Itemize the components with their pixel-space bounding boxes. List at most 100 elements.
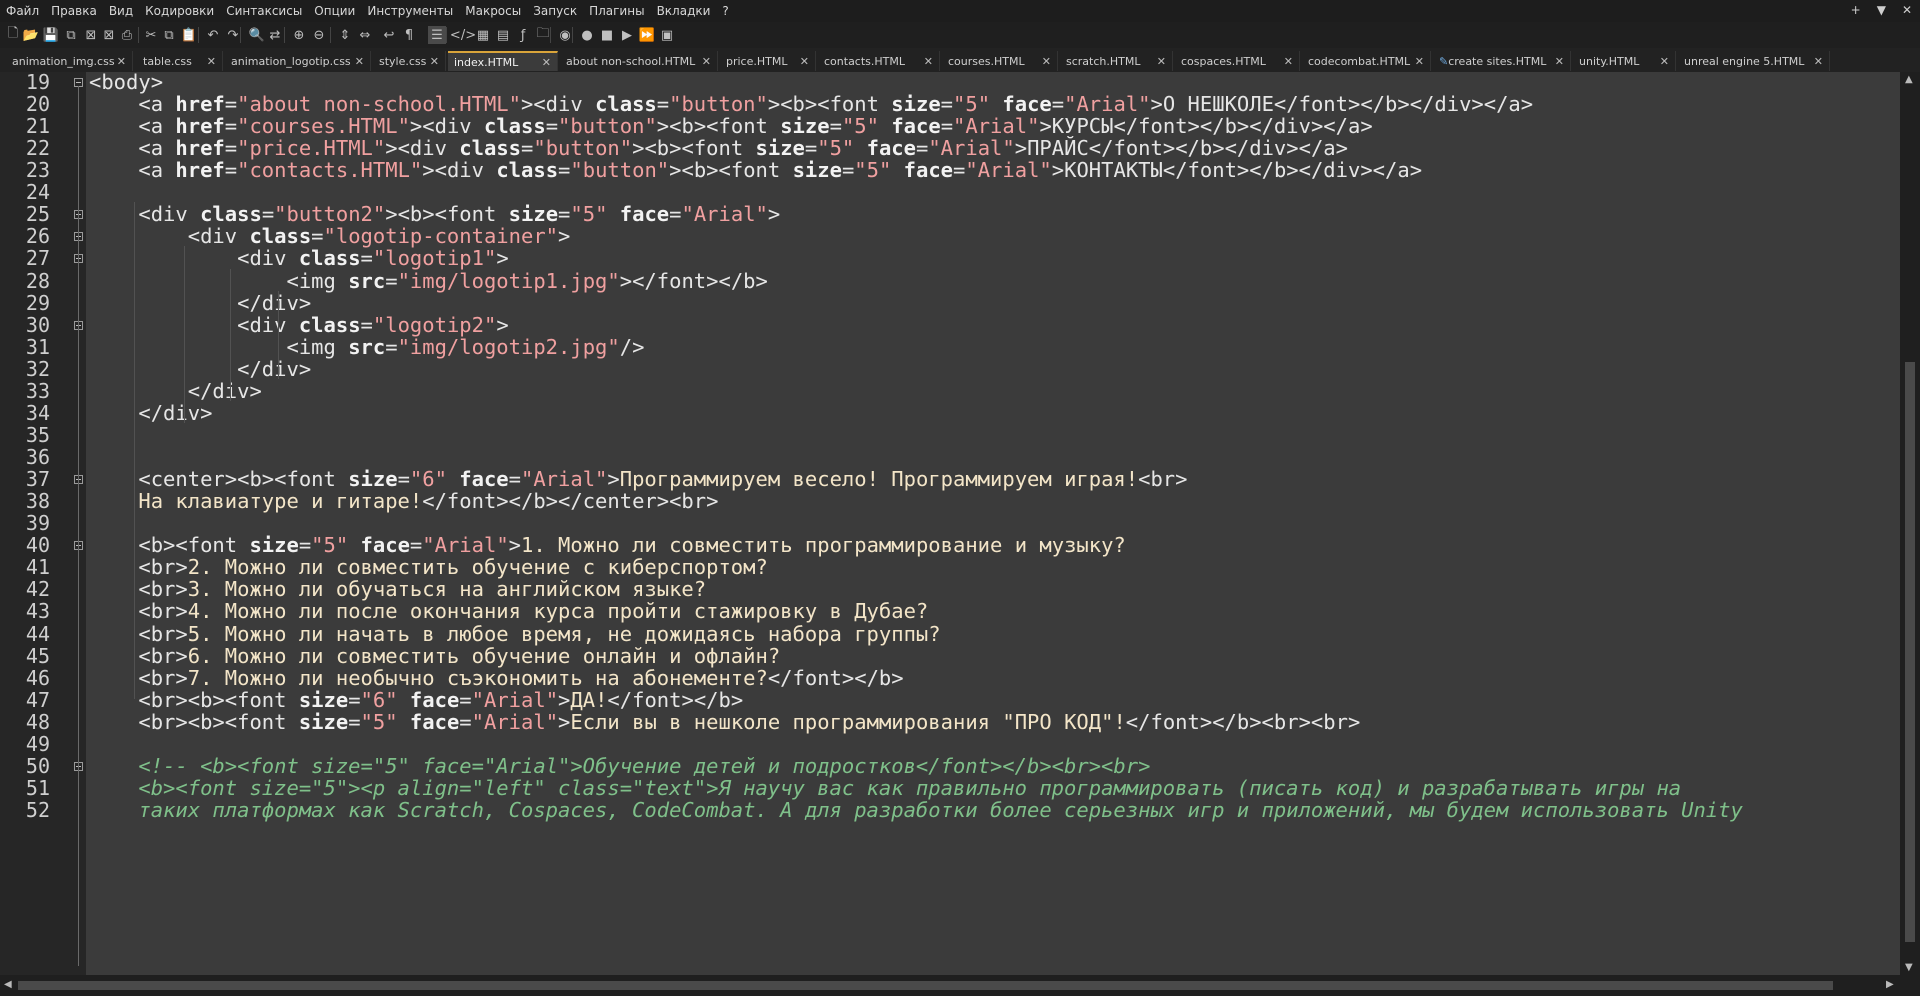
code-line[interactable]: <!-- <b><font size="5" face="Arial">Обуч… <box>89 754 1150 778</box>
code-line[interactable]: <b><font size="5" face="Arial">1. Можно … <box>89 533 1125 557</box>
tab-animation-img-css[interactable]: animation_img.css ✕ <box>6 51 133 71</box>
tab-codecombat-html[interactable]: codecombat.HTML ✕ <box>1302 51 1431 71</box>
menu-item-5[interactable]: Опции <box>314 4 355 18</box>
tab-style-css[interactable]: style.css ✕ <box>373 51 446 71</box>
close-tab-icon[interactable]: ✕ <box>1660 55 1669 68</box>
tab-scratch-html[interactable]: scratch.HTML ✕ <box>1060 51 1173 71</box>
close-tab-icon[interactable]: ✕ <box>1042 55 1051 68</box>
close-tab-icon[interactable]: ✕ <box>355 55 364 68</box>
menu-item-11[interactable]: ? <box>722 4 728 18</box>
indent-guide-icon[interactable]: ☰ <box>428 26 446 44</box>
save-all-icon[interactable]: ⧉ <box>62 26 80 44</box>
close-tab-icon[interactable]: ✕ <box>430 55 439 68</box>
play-macro-icon[interactable]: ▶ <box>618 26 636 44</box>
code-line[interactable]: </div> <box>89 401 212 425</box>
code-line[interactable]: <br>3. Можно ли обучаться на английском … <box>89 577 706 601</box>
new-window-icon[interactable]: + <box>1851 3 1861 17</box>
menu-item-0[interactable]: Файл <box>6 4 39 18</box>
menu-item-1[interactable]: Правка <box>51 4 97 18</box>
function-list-icon[interactable]: ƒ <box>514 26 532 44</box>
scroll-left-icon[interactable]: ◀ <box>4 979 12 990</box>
tab-animation-logotip-css[interactable]: animation_logotip.css ✕ <box>225 51 371 71</box>
save-icon[interactable]: 💾 <box>42 26 60 44</box>
code-line[interactable]: <br>6. Можно ли совместить обучение онла… <box>89 644 780 668</box>
horizontal-scrollbar[interactable]: ◀ ▶ <box>0 975 1900 996</box>
code-editor[interactable]: <body> <a href="about non-school.HTML"><… <box>86 72 1900 975</box>
print-icon[interactable]: ⎙ <box>118 26 136 44</box>
scroll-down-icon[interactable]: ▼ <box>1905 962 1913 973</box>
code-line[interactable]: <b><font size="5"><p align="left" class=… <box>89 776 1681 800</box>
close-tab-icon[interactable]: ✕ <box>117 55 126 68</box>
code-line[interactable]: <a href="contacts.HTML"><div class="butt… <box>89 158 1422 182</box>
code-line[interactable]: <div class="logotip2"> <box>89 313 509 337</box>
code-line[interactable]: <div class="logotip1"> <box>89 246 509 270</box>
code-line[interactable]: <img src="img/logotip1.jpg"></font></b> <box>89 269 767 293</box>
word-wrap-icon[interactable]: ↩ <box>380 26 398 44</box>
undo-icon[interactable]: ↶ <box>204 26 222 44</box>
replace-icon[interactable]: ⇄ <box>266 26 284 44</box>
code-line[interactable]: <br>2. Можно ли совместить обучение с ки… <box>89 555 767 579</box>
code-line[interactable]: </div> <box>89 379 262 403</box>
code-line[interactable]: <div class="button2"><b><font size="5" f… <box>89 202 780 226</box>
code-line[interactable]: <br><b><font size="5" face="Arial">Если … <box>89 710 1360 734</box>
sync-h-icon[interactable]: ⇔ <box>356 26 374 44</box>
tab-index-html[interactable]: index.HTML ✕ <box>448 51 558 71</box>
zoom-out-icon[interactable]: ⊖ <box>310 26 328 44</box>
tab-cospaces-html[interactable]: cospaces.HTML ✕ <box>1175 51 1300 71</box>
close-tab-icon[interactable]: ✕ <box>800 55 809 68</box>
code-line[interactable]: <center><b><font size="6" face="Arial">П… <box>89 467 1187 491</box>
tab-unity-html[interactable]: unity.HTML ✕ <box>1573 51 1676 71</box>
close-icon[interactable]: ⊠ <box>82 26 100 44</box>
code-line[interactable]: <div class="logotip-container"> <box>89 224 571 248</box>
close-tab-icon[interactable]: ✕ <box>1284 55 1293 68</box>
run-macro-multiple-icon[interactable]: ⏩ <box>638 26 656 44</box>
menu-item-7[interactable]: Макросы <box>465 4 521 18</box>
window-list-icon[interactable]: ▼ <box>1877 3 1886 17</box>
tab-price-html[interactable]: price.HTML ✕ <box>720 51 816 71</box>
close-all-icon[interactable]: ⊠ <box>100 26 118 44</box>
tab-courses-html[interactable]: courses.HTML ✕ <box>942 51 1058 71</box>
tab-create-sites-html[interactable]: ✎ create sites.HTML ✕ <box>1433 51 1571 71</box>
menu-item-10[interactable]: Вкладки <box>657 4 711 18</box>
zoom-in-icon[interactable]: ⊕ <box>290 26 308 44</box>
copy-icon[interactable]: ⧉ <box>160 26 178 44</box>
paste-icon[interactable]: 📋 <box>180 26 198 44</box>
scroll-right-icon[interactable]: ▶ <box>1886 979 1894 990</box>
code-line[interactable]: На клавиатуре и гитаре!</font></b></cent… <box>89 489 718 513</box>
close-tab-icon[interactable]: ✕ <box>1157 55 1166 68</box>
horizontal-scroll-thumb[interactable] <box>18 981 1833 990</box>
tab-about-non-school-html[interactable]: about non-school.HTML ✕ <box>560 51 718 71</box>
code-line[interactable]: <br>7. Можно ли необычно съэкономить на … <box>89 666 903 690</box>
code-line[interactable]: <body> <box>89 72 163 94</box>
vertical-scroll-thumb[interactable] <box>1905 362 1915 942</box>
close-tab-icon[interactable]: ✕ <box>207 55 216 68</box>
code-line[interactable]: <a href="courses.HTML"><div class="butto… <box>89 114 1372 138</box>
code-line[interactable]: таких платформах как Scratch, Cospaces, … <box>89 798 1742 822</box>
tab-contacts-html[interactable]: contacts.HTML ✕ <box>818 51 940 71</box>
show-all-chars-icon[interactable]: ¶ <box>400 26 418 44</box>
menu-item-3[interactable]: Кодировки <box>145 4 214 18</box>
close-tab-icon[interactable]: ✕ <box>924 55 933 68</box>
code-line[interactable]: <img src="img/logotip2.jpg"/> <box>89 335 644 359</box>
vertical-scrollbar[interactable]: ▲ ▼ <box>1900 72 1920 975</box>
code-line[interactable]: <a href="about non-school.HTML"><div cla… <box>89 92 1533 116</box>
stop-macro-icon[interactable]: ■ <box>598 26 616 44</box>
code-line[interactable]: <br>5. Можно ли начать в любое время, не… <box>89 622 940 646</box>
scroll-up-icon[interactable]: ▲ <box>1905 74 1913 85</box>
close-tab-icon[interactable]: ✕ <box>1555 55 1564 68</box>
close-tab-icon[interactable]: ✕ <box>1814 55 1823 68</box>
code-line[interactable]: <br><b><font size="6" face="Arial">ДА!</… <box>89 688 743 712</box>
code-line[interactable]: <a href="price.HTML"><div class="button"… <box>89 136 1348 160</box>
tab-unreal-engine-5-html[interactable]: unreal engine 5.HTML ✕ <box>1678 51 1830 71</box>
doc-list-icon[interactable]: ▤ <box>494 26 512 44</box>
record-macro-icon[interactable]: ● <box>578 26 596 44</box>
menu-item-8[interactable]: Запуск <box>533 4 577 18</box>
close-tab-icon[interactable]: ✕ <box>702 55 711 68</box>
open-icon[interactable]: 📂 <box>22 26 40 44</box>
find-icon[interactable]: 🔍 <box>248 26 266 44</box>
close-tab-icon[interactable]: ✕ <box>542 56 551 69</box>
close-tab-icon[interactable]: ✕ <box>1415 55 1424 68</box>
new-file-icon[interactable]: 🗋 <box>4 26 22 44</box>
save-macro-icon[interactable]: ▣ <box>658 26 676 44</box>
cut-icon[interactable]: ✂ <box>142 26 160 44</box>
